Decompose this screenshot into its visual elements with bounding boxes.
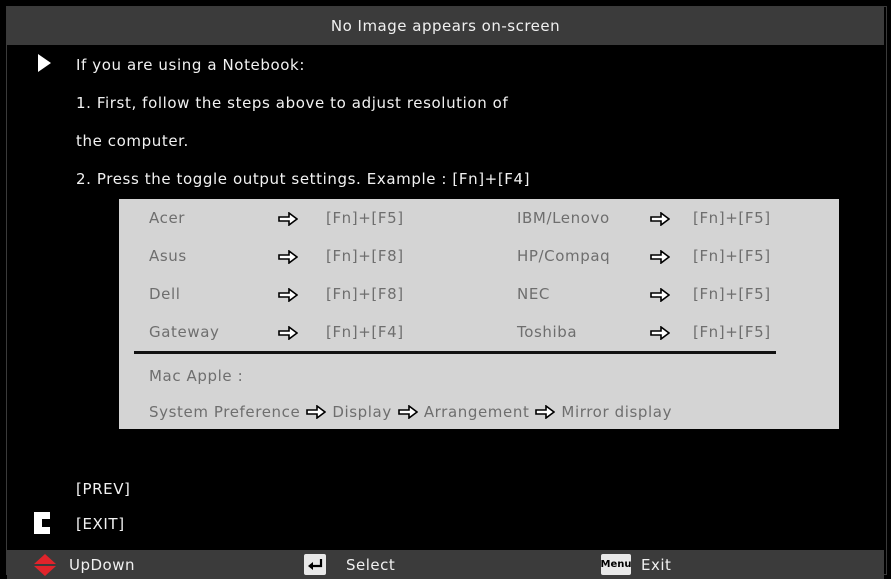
brand-keys: [Fn]+[F4] (326, 323, 404, 341)
divider (134, 351, 776, 354)
brand-name: IBM/Lenovo (517, 209, 610, 227)
arrow-right-icon (306, 405, 327, 419)
updown-icon (34, 554, 56, 576)
enter-icon (304, 554, 326, 575)
footer-exit-label: Exit (641, 555, 672, 574)
arrow-right-icon (650, 326, 670, 340)
mac-path: System Preference Display Arrangement Mi… (149, 403, 672, 421)
brand-keys: [Fn]+[F5] (693, 209, 771, 227)
arrow-right-icon (650, 250, 670, 264)
brand-name: Asus (149, 247, 187, 265)
arrow-right-icon (278, 288, 298, 302)
prev-button[interactable]: [PREV] (76, 480, 131, 498)
step1-line1: 1. First, follow the steps above to adju… (76, 94, 509, 112)
play-icon (38, 54, 51, 72)
arrow-right-icon (278, 212, 298, 226)
step1-line2: the computer. (76, 132, 189, 150)
brand-name: NEC (517, 285, 550, 303)
brand-keys: [Fn]+[F5] (693, 247, 771, 265)
mac-label: Mac Apple : (149, 367, 244, 385)
arrow-right-icon (278, 250, 298, 264)
exit-button[interactable]: [EXIT] (76, 515, 125, 533)
arrow-right-icon (535, 405, 556, 419)
step2-text: 2. Press the toggle output settings. Exa… (76, 170, 531, 188)
brand-keys: [Fn]+[F5] (326, 209, 404, 227)
brand-keys: [Fn]+[F8] (326, 247, 404, 265)
brand-keys: [Fn]+[F5] (693, 323, 771, 341)
exit-selected-icon (34, 512, 50, 534)
page-title: No Image appears on-screen (7, 7, 884, 45)
hotkey-panel: Acer [Fn]+[F5] Asus [Fn]+[F8] Dell [Fn]+… (119, 199, 839, 429)
menu-key-icon: Menu (601, 554, 632, 575)
brand-keys: [Fn]+[F8] (326, 285, 404, 303)
mac-path-step: Mirror display (561, 403, 673, 421)
arrow-right-icon (650, 288, 670, 302)
mac-path-step: Display (332, 403, 392, 421)
footer-bar: UpDown Select Menu Exit (7, 550, 884, 579)
footer-select-label: Select (346, 555, 396, 574)
arrow-right-icon (398, 405, 418, 419)
mac-path-step: System Preference (149, 403, 301, 421)
intro-text: If you are using a Notebook: (76, 56, 305, 74)
brand-name: Toshiba (517, 323, 578, 341)
arrow-right-icon (278, 326, 298, 340)
brand-name: Gateway (149, 323, 220, 341)
brand-name: Dell (149, 285, 181, 303)
footer-updown-label: UpDown (69, 555, 136, 574)
brand-keys: [Fn]+[F5] (693, 285, 771, 303)
brand-name: Acer (149, 209, 186, 227)
mac-path-step: Arrangement (423, 403, 530, 421)
brand-name: HP/Compaq (517, 247, 611, 265)
arrow-right-icon (650, 212, 670, 226)
